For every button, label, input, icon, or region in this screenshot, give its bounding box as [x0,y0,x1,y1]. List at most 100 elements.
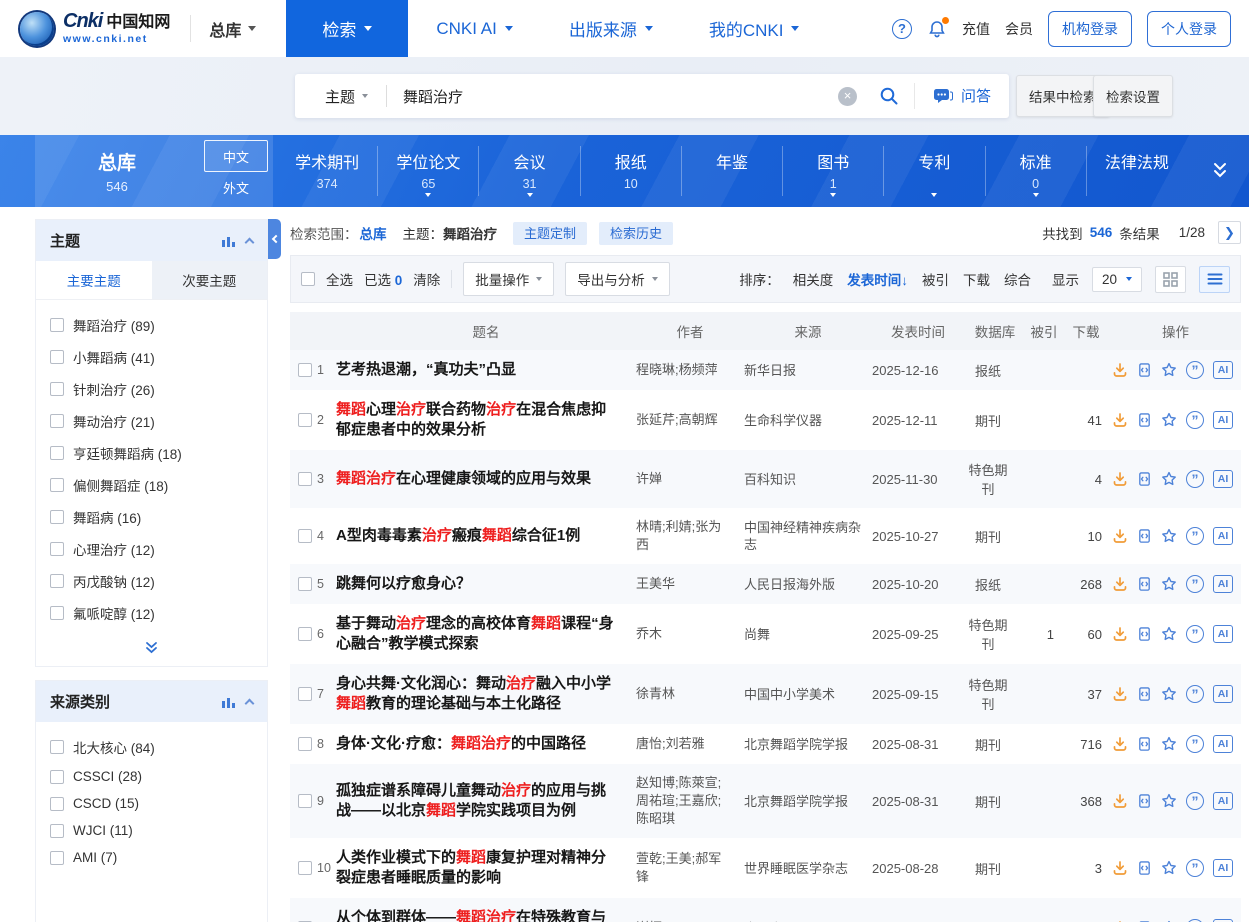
checkbox[interactable] [50,414,64,428]
download-icon[interactable] [1112,471,1128,487]
result-authors[interactable]: 许婵 [636,470,744,488]
ai-icon[interactable]: AI [1213,361,1233,379]
favorite-icon[interactable] [1161,412,1177,428]
result-authors[interactable]: 王美华 [636,575,744,593]
result-title[interactable]: A型肉毒毒素治疗瘢痕舞蹈综合征1例 [336,526,636,546]
result-title[interactable]: 从个体到群体——舞蹈治疗在特殊教育与社会支持体系中的实践探索 [336,908,636,922]
filter-option[interactable]: 心理治疗 (12) [36,533,267,565]
favorite-icon[interactable] [1161,686,1177,702]
quote-icon[interactable]: ” [1186,361,1204,379]
checkbox[interactable] [50,350,64,364]
row-checkbox[interactable] [298,627,312,641]
row-checkbox[interactable] [298,363,312,377]
download-icon[interactable] [1112,412,1128,428]
dbtab-6[interactable]: 专利 [884,146,985,196]
filter-option[interactable]: 针刺治疗 (26) [36,373,267,405]
ai-icon[interactable]: AI [1213,625,1233,643]
result-source[interactable]: 新华日报 [744,362,872,379]
page-size-select[interactable]: 20 [1092,267,1142,292]
result-source[interactable]: 人民日报海外版 [744,576,872,593]
filter-option[interactable]: 偏侧舞蹈症 (18) [36,469,267,501]
nav-search[interactable]: 检索 [286,0,408,57]
dbtab-3[interactable]: 报纸 10 [581,146,682,196]
notification-bell-icon[interactable] [927,19,947,39]
favorite-icon[interactable] [1161,528,1177,544]
result-title[interactable]: 基于舞动治疗理念的高校体育舞蹈课程“身心融合”教学模式探索 [336,614,636,654]
download-icon[interactable] [1112,860,1128,876]
result-authors[interactable]: 程晓琳;杨频萍 [636,361,744,379]
row-checkbox[interactable] [298,861,312,875]
personal-login-button[interactable]: 个人登录 [1147,11,1231,47]
filter-option[interactable]: 亨廷顿舞蹈病 (18) [36,437,267,469]
clear-selection[interactable]: 清除 [413,269,440,289]
filter-group-source-type-header[interactable]: 来源类别 [36,681,267,722]
dbtab-0[interactable]: 学术期刊 374 [277,146,378,196]
export-analyze-button[interactable]: 导出与分析 [565,262,670,296]
checkbox[interactable] [50,542,64,556]
list-view-button[interactable] [1199,266,1230,293]
dbtab-5[interactable]: 图书 1 [783,146,884,196]
scope-value[interactable]: 总库 [360,223,387,243]
sort-option-3[interactable]: 下载 [963,269,990,289]
sort-option-4[interactable]: 综合 [1004,269,1031,289]
result-source[interactable]: 世界睡眠医学杂志 [744,860,872,877]
filter-option[interactable]: 舞蹈治疗 (89) [36,309,267,341]
result-authors[interactable]: 林晴;利婧;张为西 [636,518,744,554]
quote-icon[interactable]: ” [1186,411,1204,429]
quote-icon[interactable]: ” [1186,575,1204,593]
result-source[interactable]: 北京舞蹈学院学报 [744,736,872,753]
download-icon[interactable] [1112,736,1128,752]
filter-option[interactable]: 北大核心 (84) [36,731,267,763]
row-checkbox[interactable] [298,737,312,751]
checkbox[interactable] [50,446,64,460]
member-link[interactable]: 会员 [1005,19,1033,39]
row-checkbox[interactable] [298,529,312,543]
col-header-5[interactable]: 被引 [1026,321,1062,341]
checkbox[interactable] [50,797,64,811]
dbtab-2[interactable]: 会议 31 [479,146,580,196]
sort-option-2[interactable]: 被引 [922,269,949,289]
ai-icon[interactable]: AI [1213,411,1233,429]
html-read-icon[interactable] [1137,576,1152,592]
download-icon[interactable] [1112,793,1128,809]
filter-option[interactable]: 小舞蹈病 (41) [36,341,267,373]
html-read-icon[interactable] [1137,412,1152,428]
checkbox[interactable] [50,851,64,865]
filter-option[interactable]: AMI (7) [36,844,267,871]
result-source[interactable]: 中国中小学美术 [744,686,872,703]
filter-option[interactable]: 氟哌啶醇 (12) [36,597,267,629]
favorite-icon[interactable] [1161,471,1177,487]
sort-option-0[interactable]: 相关度 [793,269,834,289]
result-title[interactable]: 人类作业模式下的舞蹈康复护理对精神分裂症患者睡眠质量的影响 [336,848,636,888]
favorite-icon[interactable] [1161,860,1177,876]
help-icon[interactable]: ? [892,19,912,39]
filter-group-topic-header[interactable]: 主题 [36,220,267,261]
favorite-icon[interactable] [1161,793,1177,809]
org-login-button[interactable]: 机构登录 [1048,11,1132,47]
result-authors[interactable]: 唐怡;刘若雅 [636,735,744,753]
html-read-icon[interactable] [1137,860,1152,876]
row-checkbox[interactable] [298,472,312,486]
row-checkbox[interactable] [298,687,312,701]
search-icon[interactable] [870,85,908,107]
topic-tab-1[interactable]: 次要主题 [152,261,268,299]
html-read-icon[interactable] [1137,736,1152,752]
checkbox[interactable] [50,824,64,838]
checkbox[interactable] [50,574,64,588]
result-title[interactable]: 身体·文化·疗愈：舞蹈治疗的中国路径 [336,734,636,754]
expand-databases-icon[interactable] [1191,135,1249,207]
topic-tab-0[interactable]: 主要主题 [36,261,152,299]
chevron-up-icon[interactable] [245,237,255,247]
batch-actions-button[interactable]: 批量操作 [463,262,554,296]
filter-option[interactable]: 丙戊酸钠 (12) [36,565,267,597]
ai-icon[interactable]: AI [1213,735,1233,753]
quote-icon[interactable]: ” [1186,685,1204,703]
bar-chart-icon[interactable] [222,235,236,247]
result-authors[interactable]: 张延芹;高朝辉 [636,411,744,429]
result-source[interactable]: 百科知识 [744,471,872,488]
cnki-logo[interactable]: Cnki 中国知网 www.cnki.net [0,0,182,57]
favorite-icon[interactable] [1161,626,1177,642]
col-header-4[interactable]: 数据库 [964,321,1026,341]
result-authors[interactable]: 萱乾;王美;郝军锋 [636,850,744,886]
dbtab-total-library[interactable]: 总库 546 [35,135,199,207]
